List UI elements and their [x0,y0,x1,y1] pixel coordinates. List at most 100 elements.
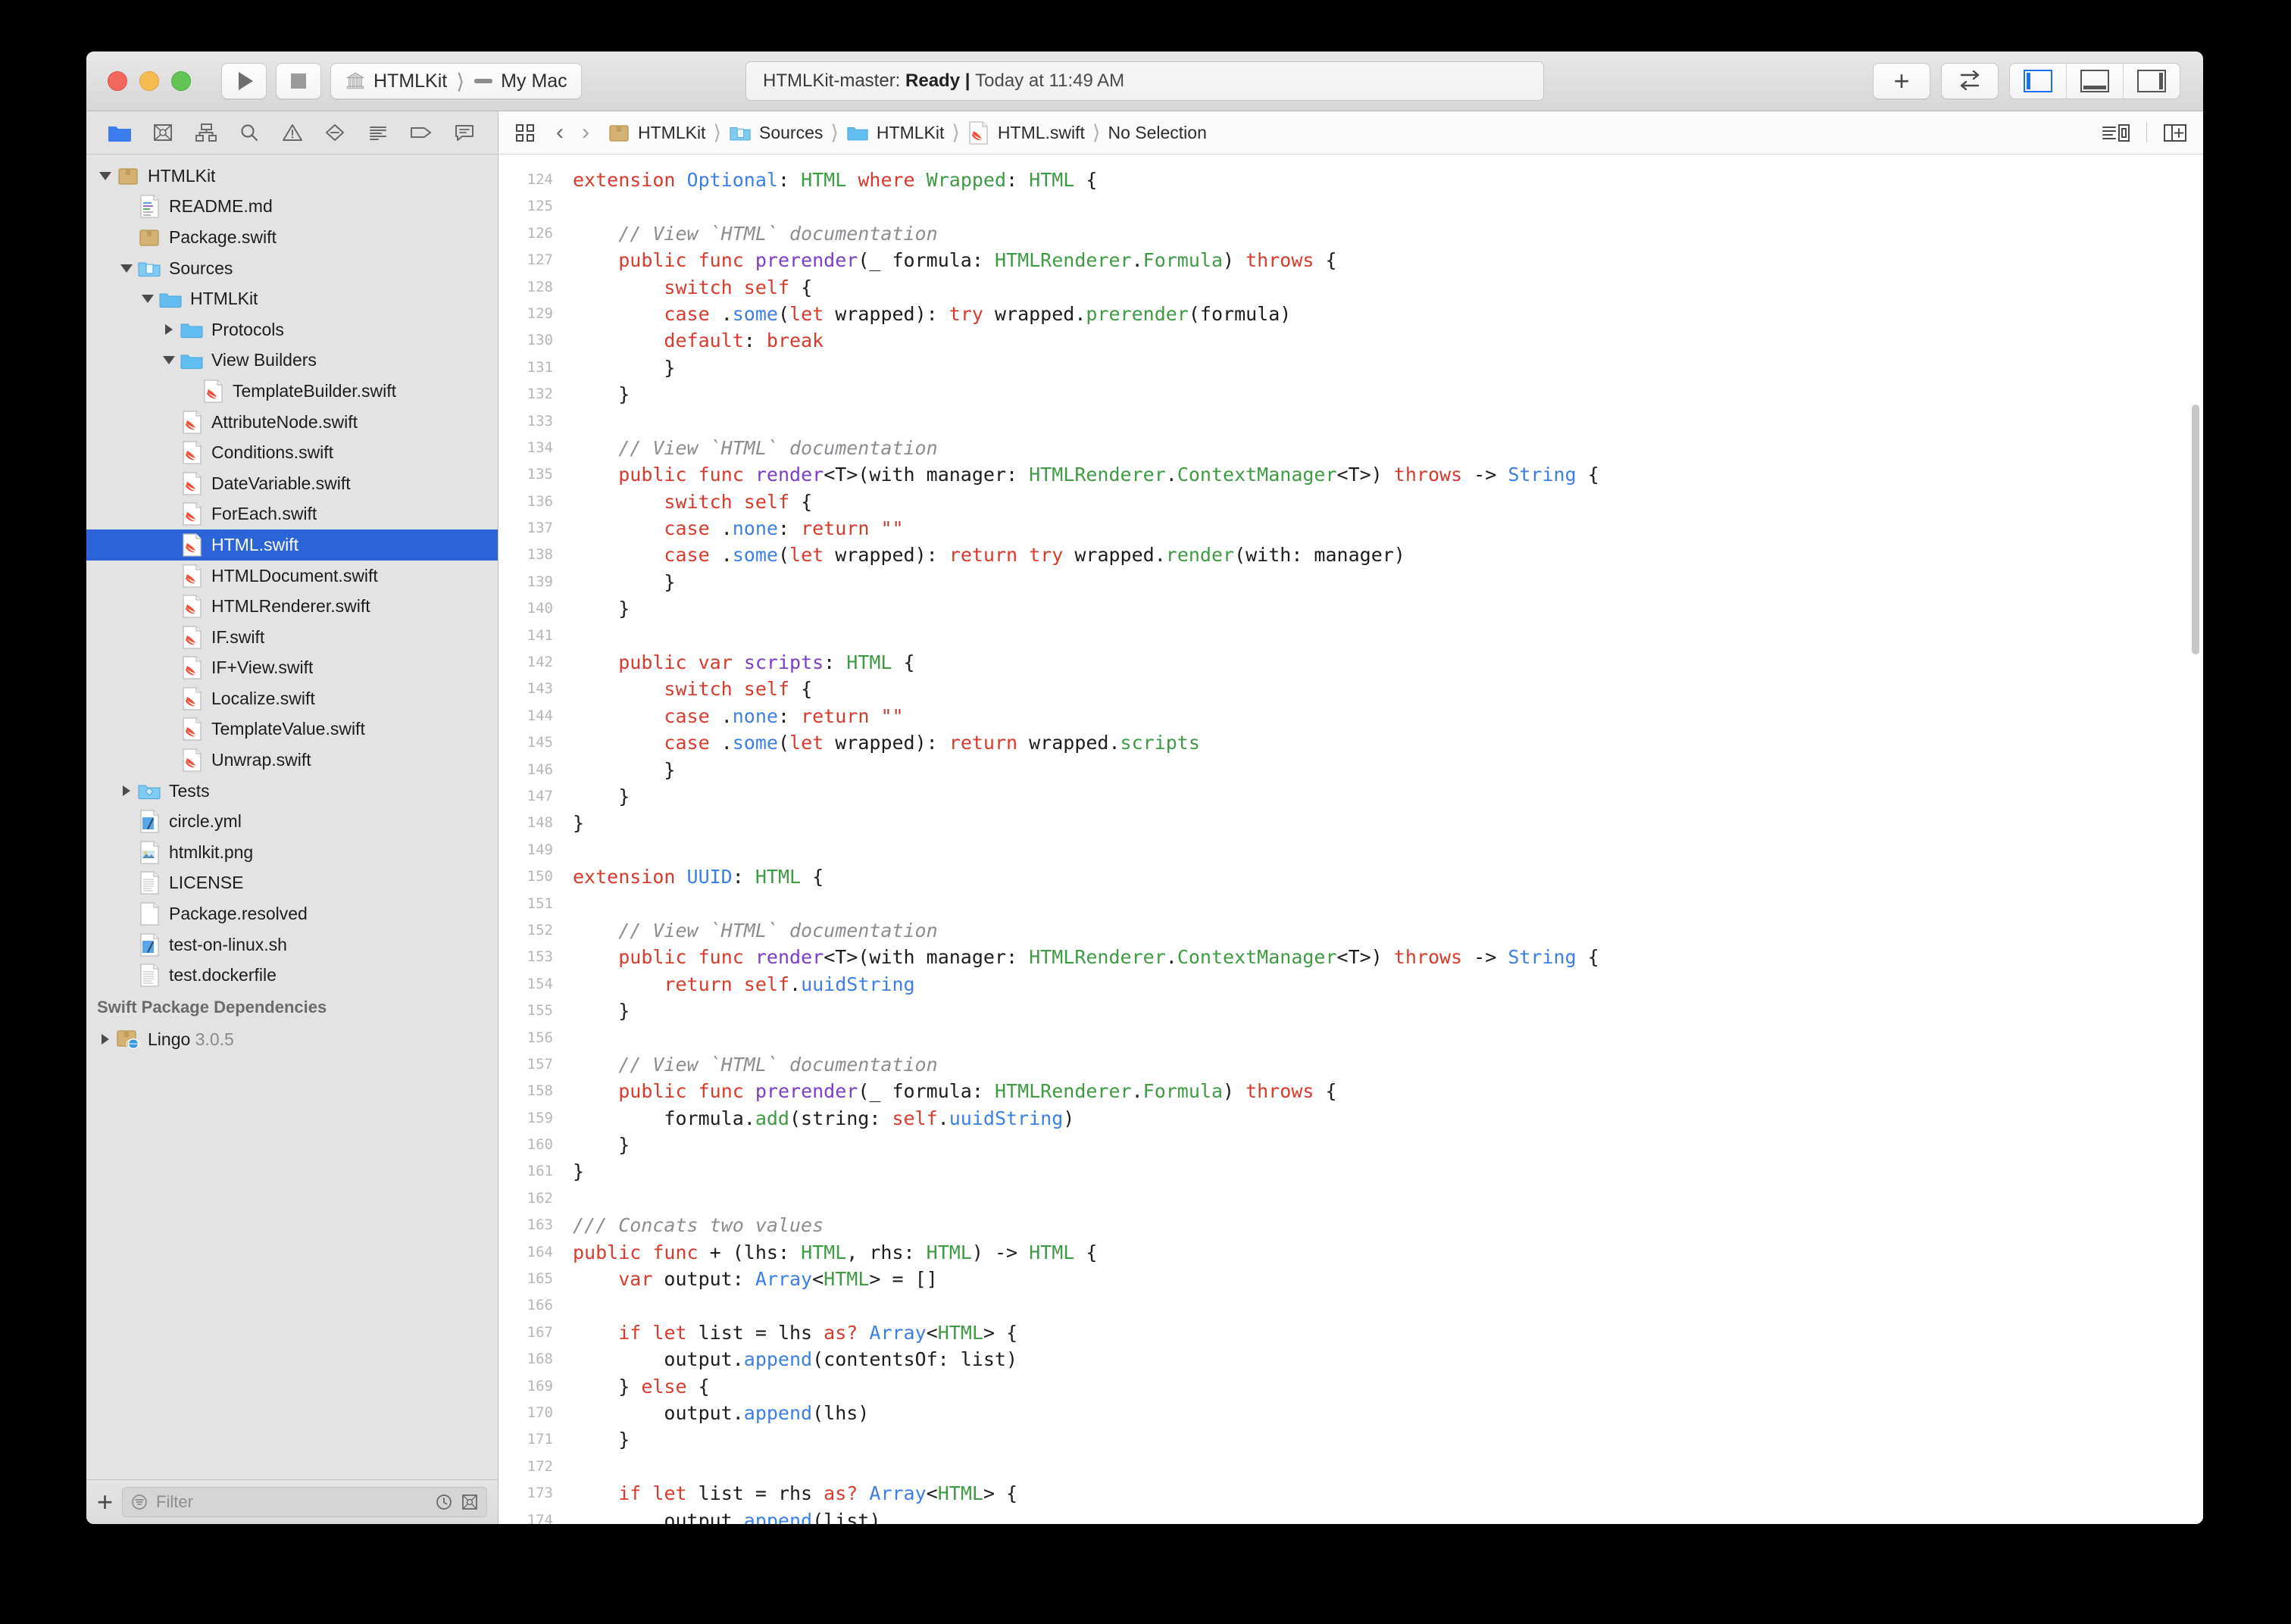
report-navigator-tab[interactable] [442,111,486,154]
code-line[interactable]: formula.add(string: self.uuidString) [573,1105,2203,1132]
code-line[interactable]: // View `HTML` documentation [573,1051,2203,1078]
tree-row[interactable]: circle.yml [86,806,498,837]
code-line[interactable]: output.append(lhs) [573,1400,2203,1426]
tree-row[interactable]: Unwrap.swift [86,745,498,776]
tree-row[interactable]: README.md [86,192,498,223]
code-line[interactable]: } [573,569,2203,595]
code-line[interactable]: // View `HTML` documentation [573,220,2203,247]
recent-clock-icon[interactable] [435,1493,453,1511]
minimap-toggle-icon[interactable] [2101,122,2131,143]
disclosure-triangle-icon[interactable] [138,295,158,304]
tree-row[interactable]: View Builders [86,345,498,376]
code-line[interactable]: } else { [573,1373,2203,1400]
source-control-navigator-tab[interactable] [142,111,185,154]
issue-navigator-tab[interactable] [270,111,314,154]
breadcrumb-item[interactable]: Sources [726,122,826,143]
source-control-filter-icon[interactable] [461,1493,479,1511]
code-line[interactable]: case .some(let wrapped): return wrapped.… [573,729,2203,756]
breadcrumb-item[interactable]: HTML.swift [964,120,1088,145]
tree-row[interactable]: htmlkit.png [86,837,498,868]
code-text[interactable]: extension Optional: HTML where Wrapped: … [561,155,2203,1524]
code-line[interactable]: if let list = lhs as? Array<HTML> { [573,1320,2203,1346]
code-line[interactable]: public func render<T>(with manager: HTML… [573,461,2203,488]
code-line[interactable]: case .some(let wrapped): try wrapped.pre… [573,301,2203,327]
tree-row[interactable]: Package.resolved [86,898,498,929]
tree-row[interactable]: TemplateBuilder.swift [86,376,498,407]
tree-row[interactable]: Package.swift [86,222,498,253]
project-navigator-tab[interactable] [98,111,142,154]
code-line[interactable] [573,1025,2203,1051]
disclosure-triangle-icon[interactable] [159,356,179,365]
source-editor[interactable]: 124 125 126 127 128 129 130 131 132 133 134 135 136 1… [499,155,2203,1524]
code-line[interactable] [573,408,2203,435]
code-line[interactable]: public var scripts: HTML { [573,649,2203,676]
code-line[interactable]: } [573,595,2203,622]
filter-field[interactable]: Filter [122,1487,487,1517]
code-line[interactable]: output.append(list) [573,1507,2203,1524]
tree-row[interactable]: test.dockerfile [86,960,498,991]
tree-row[interactable]: DateVariable.swift [86,468,498,499]
breakpoint-navigator-tab[interactable] [399,111,442,154]
code-line[interactable] [573,1185,2203,1212]
symbol-navigator-tab[interactable] [185,111,228,154]
code-line[interactable]: var output: Array<HTML> = [] [573,1266,2203,1292]
add-editor-icon[interactable] [2162,122,2188,143]
tree-row[interactable]: HTMLKit [86,161,498,192]
code-line[interactable]: } [573,1132,2203,1158]
code-line[interactable]: // View `HTML` documentation [573,917,2203,944]
editor-vertical-scrollbar[interactable] [2188,155,2203,1524]
code-line[interactable]: } [573,783,2203,810]
scrollbar-thumb[interactable] [2192,404,2199,654]
breadcrumb-item[interactable]: HTMLKit [843,122,947,143]
tree-row[interactable]: HTMLRenderer.swift [86,591,498,622]
tree-row[interactable]: HTMLDocument.swift [86,561,498,592]
code-line[interactable]: } [573,381,2203,408]
related-items-icon[interactable] [514,122,536,143]
code-line[interactable]: } [573,757,2203,783]
tree-row[interactable]: HTMLKit [86,283,498,314]
find-navigator-tab[interactable] [227,111,270,154]
code-line[interactable]: case .none: return "" [573,703,2203,729]
navigator-toggle[interactable] [2010,64,2067,98]
code-line[interactable]: } [573,810,2203,836]
debug-navigator-tab[interactable] [357,111,400,154]
project-file-tree[interactable]: HTMLKit README.md Package.swift Sources HTML… [86,155,498,1479]
tree-row[interactable]: LICENSE [86,868,498,899]
code-line[interactable]: switch self { [573,676,2203,702]
disclosure-triangle-icon[interactable] [159,324,179,336]
code-line[interactable]: // View `HTML` documentation [573,435,2203,461]
tree-row[interactable]: Sources [86,253,498,284]
code-line[interactable]: public func render<T>(with manager: HTML… [573,944,2203,970]
code-line[interactable]: output.append(contentsOf: list) [573,1346,2203,1373]
disclosure-triangle-icon[interactable] [95,171,115,180]
code-line[interactable] [573,193,2203,220]
code-line[interactable]: } [573,1426,2203,1453]
close-button[interactable] [108,71,127,91]
code-line[interactable]: extension Optional: HTML where Wrapped: … [573,167,2203,193]
tree-row[interactable]: Lingo 3.0.5 [86,1024,498,1055]
tree-row[interactable]: IF.swift [86,622,498,653]
tree-row[interactable]: test-on-linux.sh [86,929,498,960]
tree-row[interactable]: Tests [86,776,498,807]
breadcrumb-item[interactable]: No Selection [1105,123,1209,143]
code-line[interactable]: extension UUID: HTML { [573,864,2203,890]
code-line[interactable]: public func prerender(_ formula: HTMLRen… [573,247,2203,273]
code-line[interactable]: switch self { [573,274,2203,301]
stop-button[interactable] [276,63,321,99]
inspector-toggle[interactable] [2124,64,2180,98]
tree-row[interactable]: Conditions.swift [86,437,498,468]
scheme-selector[interactable]: HTMLKit ⟩ My Mac [330,63,582,99]
disclosure-triangle-icon[interactable] [95,1034,115,1045]
code-line[interactable]: } [573,354,2203,381]
forward-button[interactable]: › [573,120,599,145]
code-line[interactable]: } [573,998,2203,1024]
code-line[interactable]: case .some(let wrapped): return try wrap… [573,542,2203,568]
test-navigator-tab[interactable] [314,111,357,154]
code-line[interactable]: /// Concats two values [573,1212,2203,1238]
tree-row[interactable]: AttributeNode.swift [86,407,498,438]
code-line[interactable]: default: break [573,327,2203,354]
tree-row[interactable]: HTML.swift [86,529,498,561]
code-line[interactable]: public func prerender(_ formula: HTMLRen… [573,1078,2203,1104]
code-line[interactable]: case .none: return "" [573,515,2203,542]
breadcrumb-item[interactable]: HTMLKit [605,122,708,143]
